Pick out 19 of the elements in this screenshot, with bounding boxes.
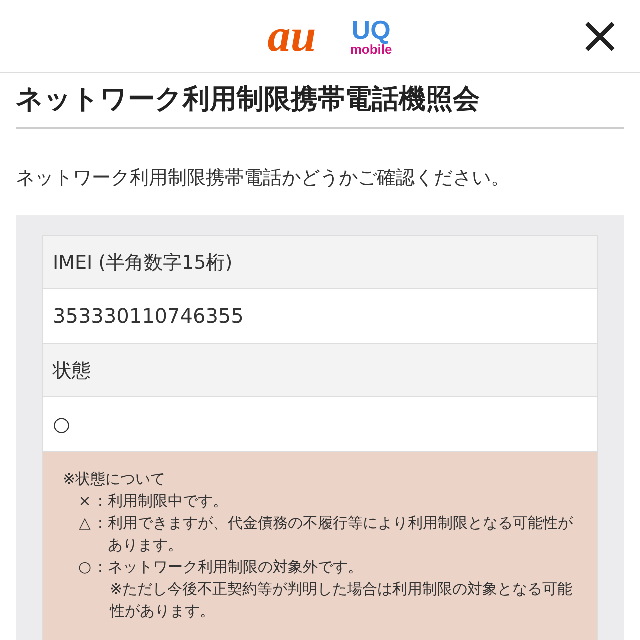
status-symbol: × bbox=[78, 491, 92, 512]
status-symbol: △ bbox=[78, 513, 92, 534]
intro-text: ネットワーク利用制限携帯電話かどうかご確認ください。 bbox=[16, 166, 511, 191]
note-text: ネットワーク利用制限の対象外です。 bbox=[108, 557, 364, 578]
status-symbol: ○ bbox=[77, 557, 93, 578]
colon: ： bbox=[93, 491, 108, 512]
field-label: 状態 bbox=[43, 344, 597, 397]
mobile-logo-text: mobile bbox=[350, 42, 392, 56]
page-title: ネットワーク利用制限携帯電話機照会 bbox=[16, 83, 481, 117]
colon: ： bbox=[93, 557, 108, 578]
note-text: 利用できますが、代金債務の不履行等により利用制限となる可能性があります。 bbox=[108, 513, 574, 556]
note-subtext: ※ただし今後不正契約等が判明した場合は利用制限の対象となる可能性があります。 bbox=[108, 579, 574, 622]
uq-logo: UQ bbox=[352, 16, 391, 42]
close-button[interactable]: × bbox=[578, 12, 622, 60]
notes-heading: ※状態について bbox=[63, 469, 167, 490]
field-label: IMEI (半角数字15桁) bbox=[43, 236, 597, 289]
colon: ： bbox=[93, 513, 108, 534]
au-logo: au bbox=[268, 13, 316, 59]
note-text: 利用制限中です。 bbox=[108, 491, 229, 512]
